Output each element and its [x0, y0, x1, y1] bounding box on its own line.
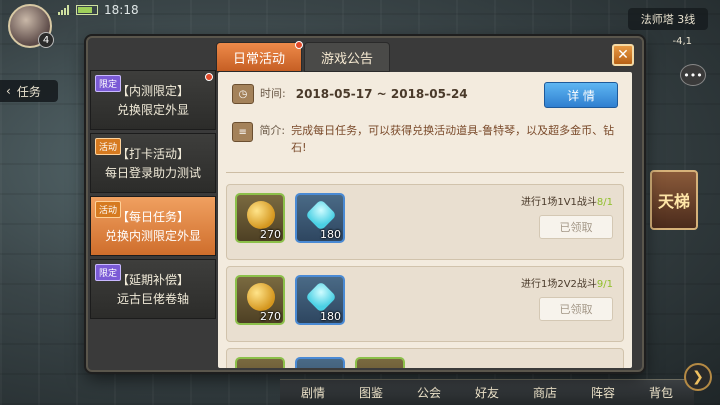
- chat-icon[interactable]: •••: [680, 64, 706, 86]
- sidebar-item-subtitle: 兑换内测限定外显: [104, 229, 201, 243]
- clock-time: 18:18: [104, 3, 139, 17]
- description-label: 简介:: [259, 124, 286, 137]
- time-row: ◷ 时间: 2018-05-17 ~ 2018-05-24: [232, 84, 468, 104]
- sidebar-item-subtitle: 兑换限定外显: [116, 103, 189, 117]
- player-level-badge: 4: [38, 32, 54, 48]
- time-value: 2018-05-17 ~ 2018-05-24: [295, 87, 468, 101]
- sidebar-item-checkin[interactable]: 活动 【打卡活动】 每日登录助力测试: [90, 133, 216, 193]
- nav-lineup[interactable]: 阵容: [576, 380, 630, 405]
- sidebar-item-title: 【延期补偿】: [116, 273, 189, 287]
- task-description: 进行1场1V1战斗8/1: [521, 193, 613, 208]
- gold-coin-icon: [247, 201, 275, 229]
- tag-badge: 限定: [95, 264, 122, 281]
- task-card: 270 180 进行1场1V1战斗8/1 已领取: [226, 184, 624, 260]
- activity-sidebar: 限定 【内测限定】 兑换限定外显 活动 【打卡活动】 每日登录助力测试 活动 【…: [90, 70, 216, 322]
- reward-gold[interactable]: 270: [235, 193, 285, 243]
- reward-gold[interactable]: [235, 357, 285, 368]
- task-progress: 8/1: [596, 197, 613, 208]
- reward-diamond[interactable]: 180: [295, 193, 345, 243]
- task-description: 进行1场2V2战斗9/1: [521, 275, 613, 290]
- reward-count: 180: [320, 310, 341, 323]
- notification-dot: [205, 73, 213, 81]
- battery-icon: [76, 5, 98, 15]
- task-tab[interactable]: ‹ 任务: [0, 80, 58, 102]
- task-text: 进行1场2V2战斗: [520, 279, 597, 290]
- device-status-bar: 18:18: [58, 3, 139, 17]
- reward-item[interactable]: [355, 357, 405, 368]
- tag-badge: 活动: [95, 201, 122, 218]
- nav-guild[interactable]: 公会: [402, 380, 456, 405]
- tab-label: 游戏公告: [320, 51, 373, 67]
- diamond-icon: [305, 199, 337, 231]
- reward-count: 180: [320, 228, 341, 241]
- task-text: 进行1场1V1战斗: [520, 197, 597, 208]
- reward-diamond[interactable]: 180: [295, 275, 345, 325]
- task-progress: 9/1: [596, 279, 613, 290]
- tag-badge: 限定: [95, 75, 122, 92]
- nav-story[interactable]: 剧情: [286, 380, 340, 405]
- activity-content: ◷ 时间: 2018-05-17 ~ 2018-05-24 详 情 ≡ 简介: …: [218, 72, 632, 368]
- claimed-button[interactable]: 已领取: [539, 215, 613, 239]
- task-card: 270 180 进行1场2V2战斗9/1 已领取: [226, 266, 624, 342]
- claimed-button[interactable]: 已领取: [539, 297, 613, 321]
- chevron-right-icon[interactable]: ❯: [684, 363, 712, 391]
- details-button[interactable]: 详 情: [544, 82, 618, 108]
- sidebar-item-title: 【内测限定】: [116, 84, 189, 98]
- diamond-icon: [305, 281, 337, 313]
- description-row: ≡ 简介: 完成每日任务，可以获得兑换活动道具-鲁特琴，以及超多金币、钻石!: [232, 122, 620, 156]
- sidebar-item-title: 【打卡活动】: [116, 147, 189, 161]
- nav-shop[interactable]: 商店: [518, 380, 572, 405]
- gold-coin-icon: [247, 283, 275, 311]
- bottom-nav: 剧情 图鉴 公会 好友 商店 阵容 背包: [280, 379, 694, 405]
- reward-gold[interactable]: 270: [235, 275, 285, 325]
- nav-friends[interactable]: 好友: [460, 380, 514, 405]
- clock-icon: ◷: [232, 84, 254, 104]
- tab-daily-activities[interactable]: 日常活动: [216, 41, 303, 72]
- nav-bag[interactable]: 背包: [634, 380, 688, 405]
- reward-diamond[interactable]: [295, 357, 345, 368]
- time-label: 时间:: [260, 87, 286, 100]
- notification-dot: [295, 41, 303, 49]
- sidebar-item-daily-tasks[interactable]: 活动 【每日任务】 兑换内测限定外显: [90, 196, 216, 256]
- server-label[interactable]: 法师塔 3线: [628, 8, 708, 30]
- scroll-icon: ≡: [232, 122, 254, 142]
- task-card-partial: [226, 348, 624, 368]
- map-coords: -4,1: [672, 36, 692, 47]
- reward-count: 270: [260, 310, 281, 323]
- chevron-left-icon: ‹: [6, 84, 11, 98]
- sidebar-item-compensation[interactable]: 限定 【延期补偿】 远古巨佬卷轴: [90, 259, 216, 319]
- sidebar-item-beta-limited[interactable]: 限定 【内测限定】 兑换限定外显: [90, 70, 216, 130]
- close-button[interactable]: ✕: [612, 44, 634, 66]
- dialog-tabs: 日常活动 游戏公告: [216, 41, 390, 72]
- ladder-button[interactable]: 天梯: [650, 170, 698, 230]
- sidebar-item-subtitle: 每日登录助力测试: [104, 166, 201, 180]
- description-text: 完成每日任务，可以获得兑换活动道具-鲁特琴，以及超多金币、钻石!: [291, 124, 615, 154]
- player-avatar[interactable]: 4: [8, 4, 54, 48]
- tab-announcements[interactable]: 游戏公告: [304, 42, 390, 72]
- reward-count: 270: [260, 228, 281, 241]
- task-tab-label: 任务: [16, 84, 41, 99]
- nav-codex[interactable]: 图鉴: [344, 380, 398, 405]
- activity-dialog: 日常活动 游戏公告 ✕ 限定 【内测限定】 兑换限定外显 活动 【打卡活动】 每…: [86, 36, 644, 372]
- sidebar-item-title: 【每日任务】: [116, 210, 189, 224]
- tag-badge: 活动: [95, 138, 122, 155]
- signal-icon: [58, 5, 70, 15]
- tab-label: 日常活动: [232, 51, 285, 67]
- sidebar-item-subtitle: 远古巨佬卷轴: [116, 292, 189, 306]
- divider: [226, 172, 624, 173]
